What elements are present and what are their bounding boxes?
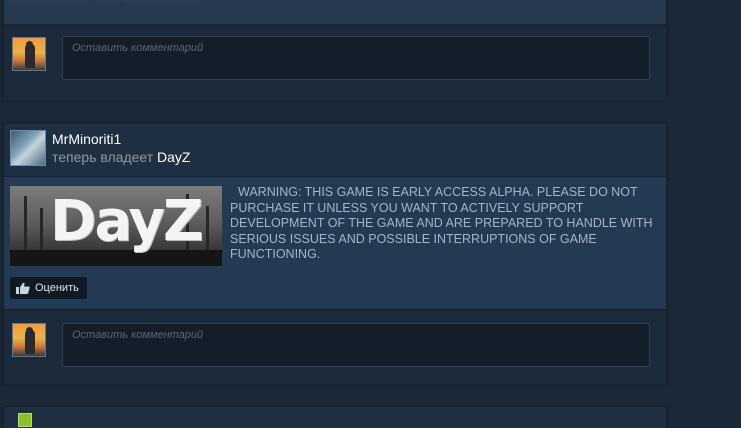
feed-item-header: MrMinoriti1 теперь владеет DayZ — [4, 124, 666, 177]
comment-row-main: Оставить комментарий — [4, 309, 666, 384]
comment-row-previous: Оставить комментарий — [4, 25, 666, 100]
feed-item-next — [4, 407, 666, 428]
thumbs-up-icon — [16, 282, 30, 294]
feed-item-previous: Оставить комментарий — [4, 0, 666, 100]
user-avatar[interactable] — [10, 130, 46, 166]
previous-action-button[interactable] — [6, 0, 88, 2]
game-link[interactable]: DayZ — [157, 149, 190, 165]
previous-action-button-small[interactable] — [94, 0, 120, 2]
game-description: WARNING: THIS GAME IS EARLY ACCESS ALPHA… — [230, 185, 653, 261]
activity-feed-page: Оставить комментарий MrMinoriti1 теперь … — [0, 0, 741, 428]
action-text: теперь владеет — [52, 149, 154, 165]
my-avatar[interactable] — [12, 323, 46, 357]
feed-item-body: DayZ WARNING: THIS GAME IS EARLY ACCESS … — [4, 177, 666, 309]
next-user-avatar[interactable] — [18, 413, 32, 427]
username-link[interactable]: MrMinoriti1 — [52, 131, 121, 147]
game-logo: DayZ — [50, 189, 204, 254]
previous-action-button-wide[interactable] — [124, 0, 202, 2]
rate-label: Оценить — [35, 282, 79, 294]
rate-button[interactable]: Оценить — [10, 277, 87, 299]
comment-input[interactable]: Оставить комментарий — [62, 36, 650, 80]
my-avatar[interactable] — [12, 37, 46, 71]
owns-line: теперь владеет DayZ — [52, 149, 190, 165]
comment-input[interactable]: Оставить комментарий — [62, 323, 650, 367]
feed-item-previous-header — [4, 0, 666, 25]
feed-item-game-purchase: MrMinoriti1 теперь владеет DayZ DayZ WAR… — [4, 124, 666, 384]
game-capsule-image[interactable]: DayZ — [10, 186, 222, 266]
